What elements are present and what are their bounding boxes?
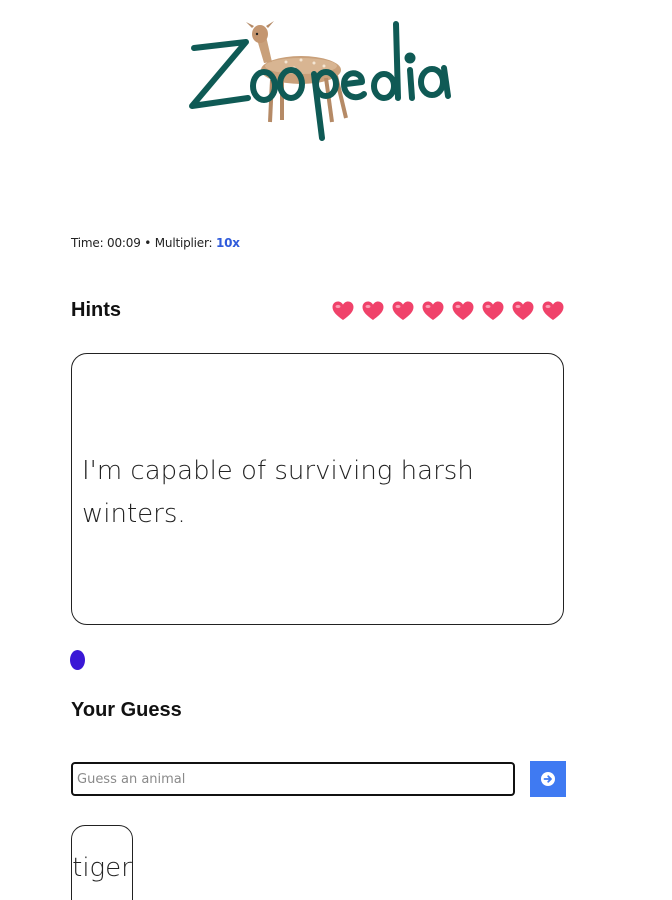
heart-icon — [482, 301, 504, 320]
arrow-right-icon — [541, 772, 555, 786]
hint-text: I'm capable of surviving harsh winters. — [82, 456, 474, 529]
submit-guess-button[interactable] — [530, 761, 566, 797]
heart-icon — [362, 301, 384, 320]
heart-icon — [542, 301, 564, 320]
heart-icon — [422, 301, 444, 320]
heart-icon — [392, 301, 414, 320]
hints-title: Hints — [71, 299, 121, 321]
guess-input[interactable] — [71, 762, 515, 796]
heart-icon — [512, 301, 534, 320]
previous-guess-chip: tiger — [71, 825, 133, 900]
zoopedia-logo — [189, 21, 451, 141]
heart-icon — [452, 301, 474, 320]
status-separator: • — [144, 236, 152, 250]
time-value: 00:09 — [107, 236, 141, 250]
multiplier-label: Multiplier: — [154, 236, 213, 250]
guess-title: Your Guess — [71, 699, 182, 721]
heart-icon — [332, 301, 354, 320]
status-line: Time: 00:09 • Multiplier: 10x — [71, 236, 240, 250]
hint-card: I'm capable of surviving harsh winters. — [71, 353, 564, 625]
hint-progress-dot[interactable] — [70, 650, 85, 670]
game-page: Time: 00:09 • Multiplier: 10x Hints I'm … — [0, 0, 672, 900]
time-label: Time: — [71, 236, 104, 250]
multiplier-value: 10x — [215, 236, 240, 250]
lives-hearts — [331, 299, 565, 323]
